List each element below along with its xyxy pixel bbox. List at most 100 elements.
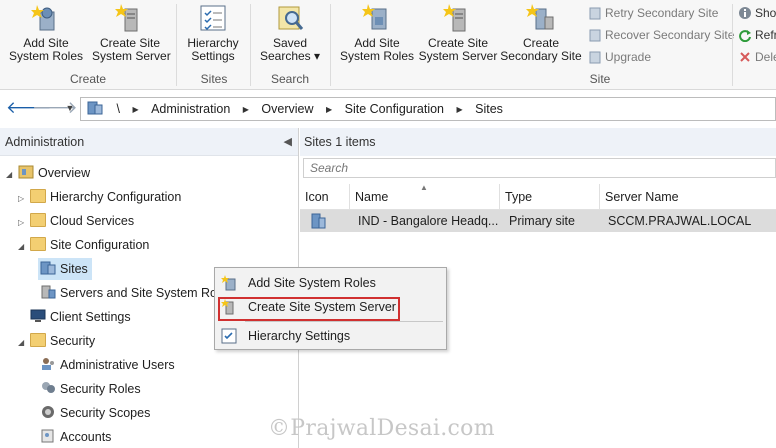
sort-ascending-icon: ▲ [420,183,428,192]
details-pane-title: Sites 1 items [300,128,776,156]
tree-label: Cloud Services [50,214,135,228]
sites-icon [87,101,103,115]
search-input[interactable]: Search [303,158,776,178]
cell-name: IND - Bangalore Headq... [358,214,498,228]
tree-item-hierarchy-configuration[interactable]: ▷ Hierarchy Configuration [18,186,181,208]
breadcrumb-separator-icon[interactable]: ▶ [326,99,332,121]
retry-secondary-site-button[interactable]: Retry Secondary Site [588,6,718,20]
tree-label: Security [50,334,96,348]
tree-item-accounts[interactable]: Accounts [40,426,111,448]
refresh-label: Refr [755,28,776,42]
menu-separator [245,321,443,322]
menu-item-add-site-system-roles[interactable]: Add Site System Roles [215,271,446,295]
tree-item-security-roles[interactable]: Security Roles [40,378,141,400]
breadcrumb-root[interactable]: \ [116,98,119,120]
expanded-triangle-icon[interactable]: ◢ [6,164,18,186]
expanded-triangle-icon[interactable]: ◢ [18,236,30,258]
tree-item-sites[interactable]: Sites [38,258,92,280]
forward-button[interactable]: 🡒 [32,98,78,120]
accounts-icon [41,429,54,443]
tree-item-administrative-users[interactable]: Administrative Users [40,354,175,376]
back-button[interactable]: 🡐 [6,98,52,120]
breadcrumb-administration[interactable]: Administration [151,98,230,120]
tree-item-overview[interactable]: ◢ Overview [6,162,90,184]
cell-type: Primary site [509,214,575,228]
tree-item-cloud-services[interactable]: ▷ Cloud Services [18,210,134,232]
site-icon [311,213,326,229]
collapsed-triangle-icon[interactable]: ▷ [18,212,30,234]
history-dropdown[interactable]: ▼ [58,98,82,120]
menu-item-label: Add Site System Roles [248,276,376,290]
refresh-button[interactable]: Refr [738,28,776,42]
group-label-sites: Sites [200,72,228,86]
server-icon [115,4,138,32]
delete-button[interactable]: Dele [738,50,776,64]
tree-item-security-scopes[interactable]: Security Scopes [40,402,150,424]
recover-secondary-site-button[interactable]: Recover Secondary Site [588,28,734,42]
table-row[interactable]: IND - Bangalore Headq... Primary site SC… [300,210,776,232]
column-header-type[interactable]: Type [500,184,600,210]
saved-searches-icon [278,6,304,30]
navigation-pane-title: Administration [5,135,85,149]
recover-icon [589,29,601,42]
add-site-system-roles-icon [31,5,55,31]
add-site-system-roles-button[interactable]: Add Site System Roles [8,3,84,63]
create-site-system-server-button[interactable]: Create Site System Server [92,3,171,63]
column-header-server-name[interactable]: Server Name [600,184,776,210]
tree-item-servers-and-site-system-roles[interactable]: Servers and Site System Rol [40,282,220,304]
breadcrumb-separator-icon[interactable]: ▶ [132,99,138,121]
upgrade-button[interactable]: Upgrade [588,50,651,64]
collapsed-triangle-icon[interactable]: ▷ [18,188,30,210]
delete-label: Dele [755,50,776,64]
collapse-pane-icon[interactable]: ◀ [284,128,292,156]
tree-label: Security Scopes [60,406,151,420]
add-site-system-roles-button-2[interactable]: Add Site System Roles [338,3,416,63]
security-scopes-icon [42,406,54,418]
breadcrumb-overview[interactable]: Overview [261,98,313,120]
tree-label: Servers and Site System Rol [60,286,220,300]
hierarchy-settings-button[interactable]: Hierarchy Settings [182,3,244,63]
chevron-down-icon: ▼ [65,103,75,113]
tree-label: Site Configuration [50,238,150,252]
ribbon-separator [330,4,331,86]
expanded-triangle-icon[interactable]: ◢ [18,332,30,354]
create-secondary-site-button[interactable]: Create Secondary Site [500,3,582,63]
column-header-name[interactable]: Name ▲ [350,183,500,210]
sites-icon [40,261,56,275]
hierarchy-settings-icon [200,5,226,31]
column-header-icon[interactable]: Icon [300,184,350,210]
folder-icon [30,213,46,227]
breadcrumb-separator-icon[interactable]: ▶ [457,99,463,121]
refresh-icon [739,30,751,42]
add-site-system-roles-label: Add Site System Roles [8,36,84,63]
client-settings-icon [30,309,46,322]
group-label-create: Create [69,72,107,86]
add-site-system-roles-icon [221,275,236,291]
retry-secondary-site-label: Retry Secondary Site [605,6,719,20]
menu-item-hierarchy-settings[interactable]: Hierarchy Settings [215,324,446,348]
menu-item-label: Hierarchy Settings [248,329,351,343]
tree-label: Hierarchy Configuration [50,190,182,204]
add-site-system-roles-label-2: Add Site System Roles [339,36,415,63]
breadcrumb-sites[interactable]: Sites [475,98,503,120]
create-site-system-server-button-2[interactable]: Create Site System Server [418,3,498,63]
group-label-search: Search [270,72,310,86]
saved-searches-label: Saved Searches ▾ [259,36,321,63]
breadcrumb-separator-icon[interactable]: ▶ [243,99,249,121]
saved-searches-button[interactable]: Saved Searches ▾ [256,3,324,63]
show-button[interactable]: Sho [738,6,776,20]
tree-item-client-settings[interactable]: Client Settings [18,306,131,328]
breadcrumb-site-configuration[interactable]: Site Configuration [345,98,444,120]
tree-item-security[interactable]: ◢ Security [18,330,95,352]
create-secondary-site-label: Create Secondary Site [500,36,582,63]
tree-label: Overview [38,166,91,180]
server-roles-icon [41,285,56,299]
watermark: ©PrajwalDesai.com [268,416,495,441]
folder-icon [30,333,46,347]
group-label-site: Site [589,72,611,86]
secondary-site-icon [526,4,554,30]
tree-label: Sites [60,262,88,276]
retry-icon [589,7,601,20]
hierarchy-settings-icon [221,328,237,344]
tree-item-site-configuration[interactable]: ◢ Site Configuration [18,234,149,256]
